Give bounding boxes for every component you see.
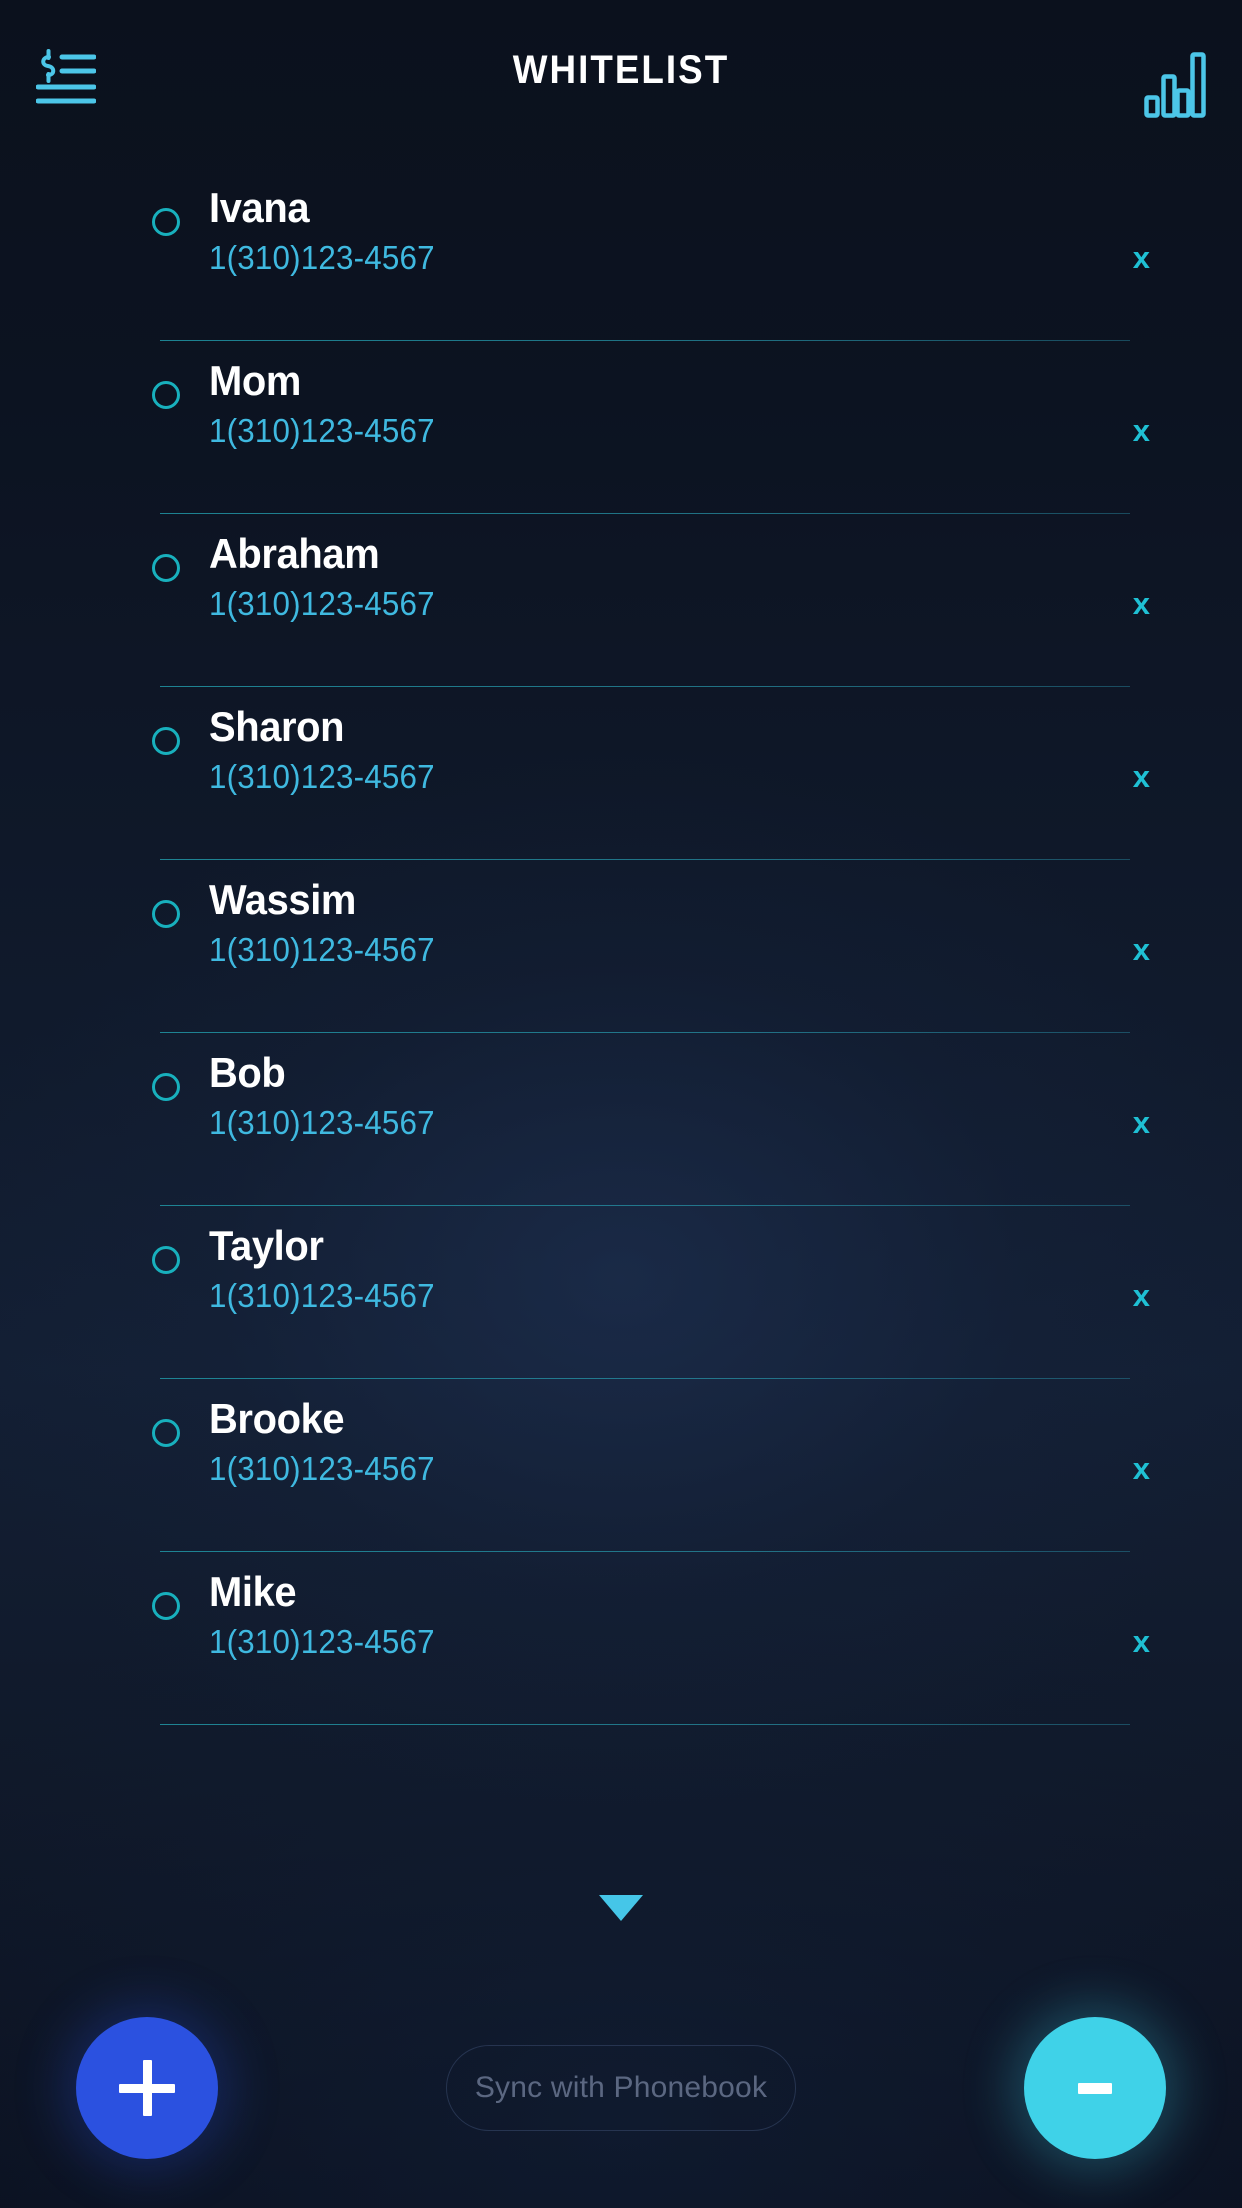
delete-contact-button[interactable]: x: [1133, 761, 1150, 792]
contact-row[interactable]: Taylor 1(310)123-4567 x: [0, 1206, 1242, 1379]
contact-row[interactable]: Sharon 1(310)123-4567 x: [0, 687, 1242, 860]
contact-row[interactable]: Bob 1(310)123-4567 x: [0, 1033, 1242, 1206]
contact-name: Bob: [209, 1049, 286, 1096]
plus-icon: [119, 2060, 175, 2116]
delete-contact-button[interactable]: x: [1133, 1107, 1150, 1138]
contact-select-radio[interactable]: [152, 900, 180, 928]
delete-contact-button[interactable]: x: [1133, 588, 1150, 619]
add-contact-button[interactable]: [76, 2017, 218, 2159]
sync-with-phonebook-button[interactable]: Sync with Phonebook: [446, 2045, 796, 2131]
contact-row[interactable]: Brooke 1(310)123-4567 x: [0, 1379, 1242, 1552]
contact-row[interactable]: Mom 1(310)123-4567 x: [0, 341, 1242, 514]
delete-contact-button[interactable]: x: [1133, 1280, 1150, 1311]
expand-list-button[interactable]: [0, 1895, 1242, 1921]
contact-row[interactable]: Mike 1(310)123-4567 x: [0, 1552, 1242, 1725]
contact-phone: 1(310)123-4567: [209, 931, 435, 968]
contact-name: Ivana: [209, 184, 310, 231]
contact-info: Mike 1(310)123-4567: [209, 1566, 447, 1664]
chevron-down-icon: [599, 1895, 643, 1921]
contact-select-radio[interactable]: [152, 554, 180, 582]
delete-contact-button[interactable]: x: [1133, 1453, 1150, 1484]
contact-phone: 1(310)123-4567: [209, 412, 435, 449]
delete-contact-button[interactable]: x: [1133, 934, 1150, 965]
contact-phone: 1(310)123-4567: [209, 1104, 435, 1141]
contact-select-radio[interactable]: [152, 1073, 180, 1101]
delete-contact-button[interactable]: x: [1133, 415, 1150, 446]
contact-info: Taylor 1(310)123-4567: [209, 1220, 447, 1318]
contact-phone: 1(310)123-4567: [209, 1623, 435, 1660]
contact-info: Mom 1(310)123-4567: [209, 355, 447, 453]
contact-info: Abraham 1(310)123-4567: [209, 528, 447, 626]
row-divider: [160, 1724, 1130, 1725]
contact-row[interactable]: Wassim 1(310)123-4567 x: [0, 860, 1242, 1033]
contact-select-radio[interactable]: [152, 727, 180, 755]
contact-phone: 1(310)123-4567: [209, 1277, 435, 1314]
contact-phone: 1(310)123-4567: [209, 1450, 435, 1487]
contact-phone: 1(310)123-4567: [209, 758, 435, 795]
contact-name: Brooke: [209, 1395, 345, 1442]
contact-select-radio[interactable]: [152, 208, 180, 236]
contact-row[interactable]: Ivana 1(310)123-4567 x: [0, 168, 1242, 341]
bottom-action-bar: Sync with Phonebook: [0, 1968, 1242, 2208]
contact-select-radio[interactable]: [152, 1592, 180, 1620]
remove-contact-button[interactable]: [1024, 2017, 1166, 2159]
contact-select-radio[interactable]: [152, 1419, 180, 1447]
contact-select-radio[interactable]: [152, 1246, 180, 1274]
contact-info: Sharon 1(310)123-4567: [209, 701, 447, 799]
contact-info: Wassim 1(310)123-4567: [209, 874, 447, 972]
contact-name: Sharon: [209, 703, 345, 750]
contact-info: Brooke 1(310)123-4567: [209, 1393, 447, 1491]
contact-name: Mom: [209, 357, 301, 404]
contact-info: Bob 1(310)123-4567: [209, 1047, 447, 1145]
delete-contact-button[interactable]: x: [1133, 1626, 1150, 1657]
minus-icon: [1078, 2082, 1112, 2094]
whitelist-contact-list: Ivana 1(310)123-4567 x Mom 1(310)123-4567 x Ab…: [0, 168, 1242, 1725]
app-header: WHITELIST: [0, 0, 1242, 152]
contact-name: Abraham: [209, 530, 380, 577]
bar-chart-icon[interactable]: [1144, 50, 1206, 118]
contact-phone: 1(310)123-4567: [209, 239, 435, 276]
contact-phone: 1(310)123-4567: [209, 585, 435, 622]
delete-contact-button[interactable]: x: [1133, 242, 1150, 273]
contact-select-radio[interactable]: [152, 381, 180, 409]
contact-name: Taylor: [209, 1222, 324, 1269]
contact-name: Mike: [209, 1568, 297, 1615]
contact-name: Wassim: [209, 876, 357, 923]
contact-row[interactable]: Abraham 1(310)123-4567 x: [0, 514, 1242, 687]
app-root: WHITELIST Ivana 1(310)123-4567 x Mom 1(310)1…: [0, 0, 1242, 2208]
page-title: WHITELIST: [512, 48, 730, 92]
contact-info: Ivana 1(310)123-4567: [209, 182, 447, 280]
